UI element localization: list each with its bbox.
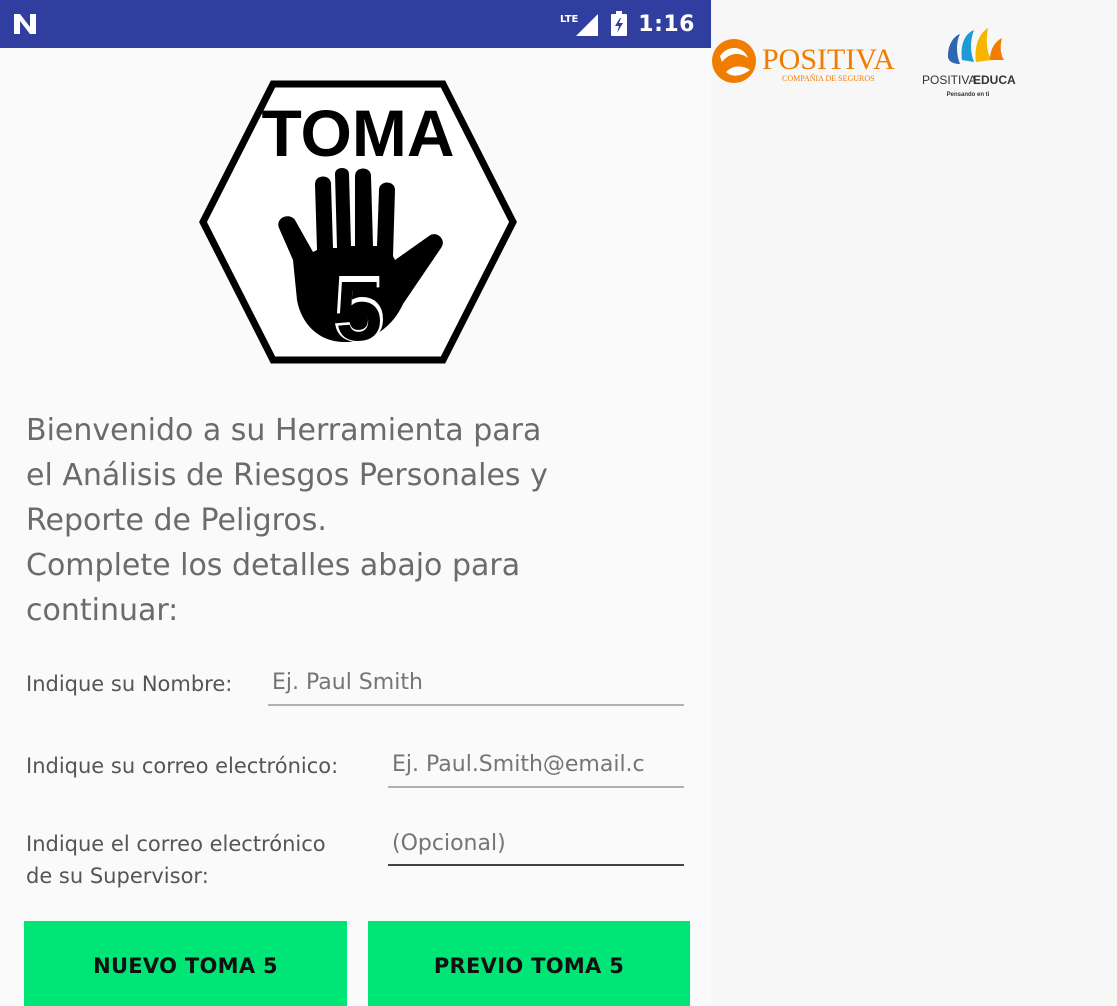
supervisor-label-line1: Indique el correo electrónico [26, 832, 326, 856]
positiva-educa-logo: POSITIVA EDUCA Pensando en ti [922, 28, 1016, 98]
welcome-line: Reporte de Peligros. [26, 503, 327, 538]
email-input[interactable] [388, 748, 684, 788]
supervisor-row: Indique el correo electrónico de su Supe… [26, 828, 686, 898]
welcome-line: el Análisis de Riesgos Personales y [26, 458, 548, 493]
lte-signal-icon: LTE [560, 14, 599, 36]
educa-tagline: Pensando en ti [947, 92, 990, 98]
toma-title: TOMA [261, 96, 454, 170]
welcome-line: continuar: [26, 593, 179, 628]
email-row: Indique su correo electrónico: [26, 748, 686, 792]
toma-number: 5 [336, 264, 383, 358]
positiva-logo: POSITIVA COMPAÑIA DE SEGUROS [712, 39, 895, 83]
educa-name-a: POSITIVA [922, 73, 976, 87]
name-row: Indique su Nombre: [26, 666, 686, 710]
previous-toma5-label: PREVIO TOMA 5 [433, 954, 625, 978]
educa-wave-icon [948, 28, 1004, 64]
status-time: 1:16 [638, 11, 695, 37]
previous-toma5-button[interactable]: PREVIO TOMA 5 [368, 921, 690, 1006]
notification-n-icon [14, 14, 36, 34]
toma5-logo: TOMA 5 5 [199, 80, 517, 364]
educa-name-b: EDUCA [973, 73, 1016, 87]
battery-icon [611, 11, 628, 36]
name-label: Indique su Nombre: [26, 672, 233, 696]
welcome-line: Complete los detalles abajo para [26, 548, 521, 583]
welcome-text: Bienvenido a su Herramienta para el Anál… [26, 408, 666, 633]
new-toma5-label: NUEVO TOMA 5 [93, 954, 278, 978]
email-label: Indique su correo electrónico: [26, 754, 339, 778]
positiva-subtitle: COMPAÑIA DE SEGUROS [782, 73, 875, 83]
status-bar: LTE 1:16 [0, 0, 711, 48]
supervisor-label-line2: de su Supervisor: [26, 864, 209, 888]
lte-label: LTE [560, 14, 579, 25]
positiva-name: POSITIVA [762, 43, 895, 76]
name-input[interactable] [268, 666, 684, 706]
status-icons: LTE 1:16 [560, 10, 695, 38]
positiva-sun-icon [712, 39, 756, 83]
supervisor-email-input[interactable] [388, 828, 684, 866]
welcome-line: Bienvenido a su Herramienta para [26, 413, 542, 448]
new-toma5-button[interactable]: NUEVO TOMA 5 [24, 921, 347, 1006]
phone-screen: LTE 1:16 TOMA 5 5 Bienvenido a su Herram… [0, 0, 711, 1006]
